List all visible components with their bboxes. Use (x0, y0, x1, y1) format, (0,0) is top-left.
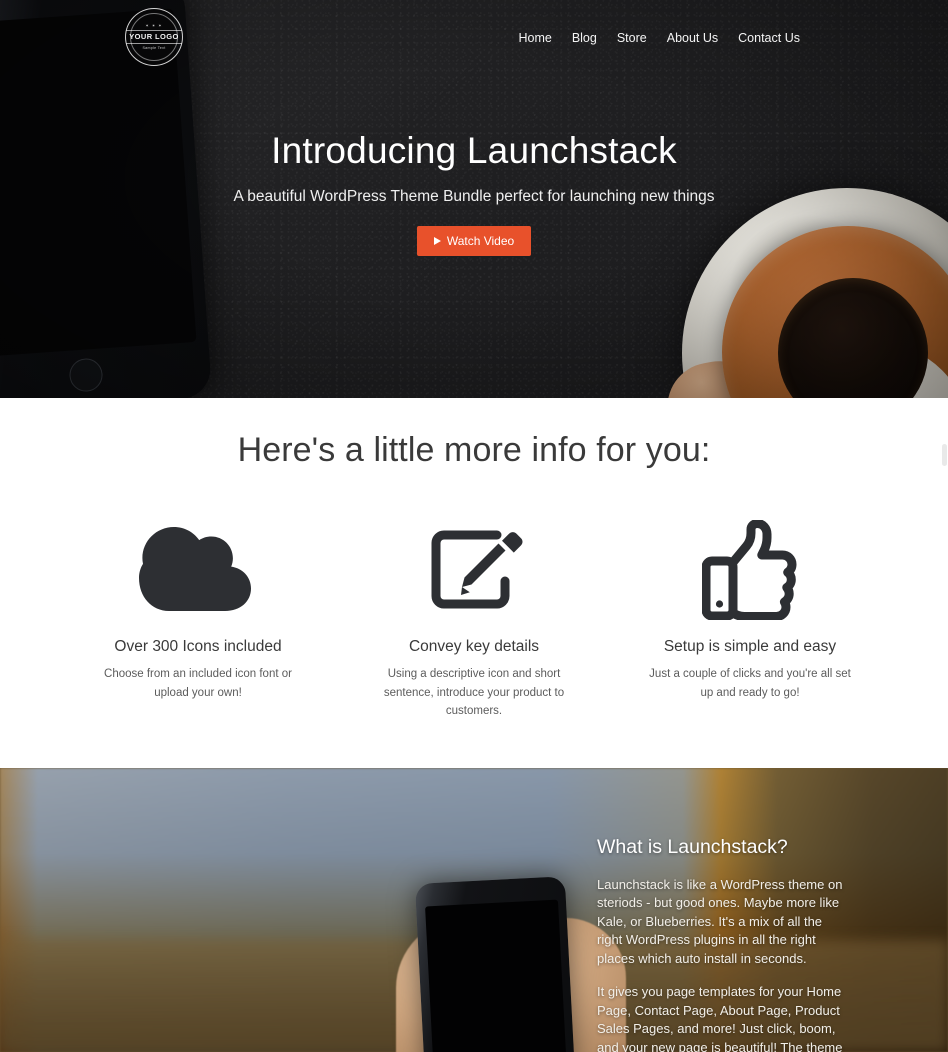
info-heading: Here's a little more info for you: (237, 431, 711, 469)
nav-item-about-us[interactable]: About Us (667, 31, 718, 45)
hero-title: Introducing Launchstack (271, 130, 677, 171)
play-icon (433, 236, 441, 245)
showcase-phone-image (414, 876, 576, 1052)
thumbs-up-icon (628, 518, 872, 622)
nav-item-home[interactable]: Home (518, 31, 551, 45)
showcase-paragraph-1: Launchstack is like a WordPress theme on… (597, 877, 843, 966)
site-logo[interactable]: ✶ ✶ ✶ YOUR LOGO Sample Text (125, 8, 183, 66)
feature-description: Just a couple of clicks and you're all s… (649, 668, 851, 699)
feature-item-details: Convey key details Using a descriptive i… (336, 518, 612, 721)
watch-video-button[interactable]: Watch Video (416, 225, 532, 256)
main-navigation: Home Blog Store About Us Contact Us (518, 31, 800, 45)
feature-title: Setup is simple and easy (663, 638, 837, 655)
site-header: ✶ ✶ ✶ YOUR LOGO Sample Text Home Blog St… (0, 0, 948, 80)
hero-section: ✶ ✶ ✶ YOUR LOGO Sample Text Home Blog St… (0, 0, 948, 398)
feature-title: Convey key details (408, 638, 540, 655)
nav-item-store[interactable]: Store (617, 31, 647, 45)
cloud-icon (76, 518, 320, 622)
showcase-section: What is Launchstack? Launchstack is like… (0, 768, 948, 1052)
page-scrollbar[interactable] (942, 444, 947, 466)
page-root: ✶ ✶ ✶ YOUR LOGO Sample Text Home Blog St… (0, 0, 948, 1052)
logo-sub-text: Sample Text (142, 46, 166, 50)
feature-description: Using a descriptive icon and short sente… (383, 668, 565, 718)
feature-title: Over 300 Icons included (114, 638, 282, 655)
logo-inner-ring (130, 13, 178, 61)
showcase-paragraph-2: It gives you page templates for your Hom… (597, 984, 843, 1052)
feature-description: Choose from an included icon font or upl… (104, 668, 292, 699)
feature-item-icons: Over 300 Icons included Choose from an i… (60, 518, 336, 721)
showcase-text-block: What is Launchstack? Launchstack is like… (597, 836, 847, 1052)
features-list: Over 300 Icons included Choose from an i… (0, 518, 948, 721)
nav-item-blog[interactable]: Blog (572, 31, 597, 45)
hero-subtitle: A beautiful WordPress Theme Bundle perfe… (233, 187, 715, 205)
nav-item-contact-us[interactable]: Contact Us (738, 31, 800, 45)
info-section: Here's a little more info for you: Over … (0, 398, 948, 768)
pencil-edit-icon (352, 518, 596, 622)
watch-video-label: Watch Video (446, 233, 515, 248)
showcase-title: What is Launchstack? (597, 836, 788, 858)
hero-content: Introducing Launchstack A beautiful Word… (0, 130, 948, 256)
showcase-phone-screen (425, 899, 567, 1052)
feature-item-setup: Setup is simple and easy Just a couple o… (612, 518, 888, 721)
logo-dots-icon: ✶ ✶ ✶ (145, 23, 163, 28)
